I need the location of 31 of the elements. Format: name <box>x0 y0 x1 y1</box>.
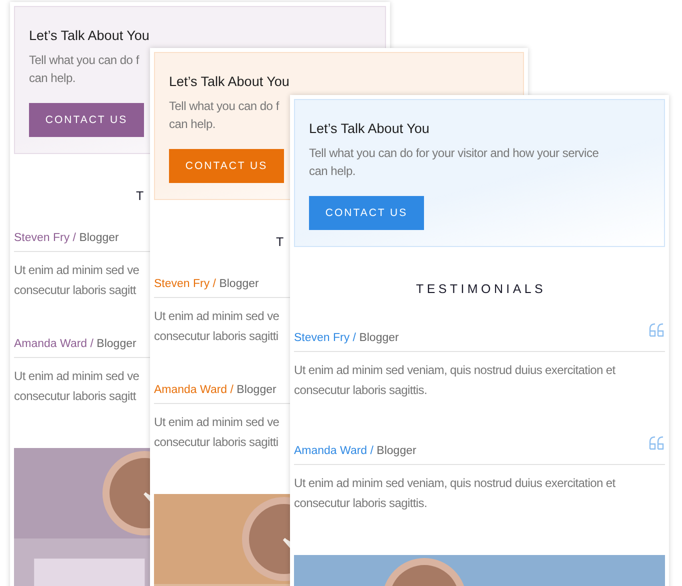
cta-description: can help. <box>169 116 216 133</box>
cta-description: can help. <box>309 163 356 180</box>
testimonial-text: Ut enim ad minim sed veniam, quis nostrud duius exercitation et <box>294 475 616 492</box>
cta-description: can help. <box>29 70 76 87</box>
testimonial-text: Ut enim ad minim sed ve <box>154 414 280 431</box>
section-heading: TESTIMONIALS <box>416 281 546 297</box>
author-name: Steven Fry / Blogger <box>294 331 399 346</box>
section-heading: T <box>276 234 287 250</box>
cta-title: Let’s Talk About You <box>169 73 290 91</box>
cta-title: Let’s Talk About You <box>309 120 430 138</box>
contact-button[interactable]: CONTACT US <box>169 149 284 183</box>
testimonial-text: Ut enim ad minim sed veniam, quis nostrud duius exercitation et <box>294 362 616 379</box>
cta-description: Tell what you can do f <box>169 98 279 115</box>
testimonial-text: Ut enim ad minim sed ve <box>154 308 280 325</box>
cta-title: Let’s Talk About You <box>29 27 150 45</box>
testimonial-text: consecutur laboris sagitti <box>154 328 278 345</box>
author-name: Amanda Ward / Blogger <box>14 337 136 352</box>
author-name: Steven Fry / Blogger <box>154 277 259 292</box>
cta-description: Tell what you can do f <box>29 52 139 69</box>
author-name: Steven Fry / Blogger <box>14 231 119 246</box>
testimonial-text: consecutur laboris sagittis. <box>294 382 427 399</box>
contact-button[interactable]: CONTACT US <box>29 103 144 137</box>
contact-button[interactable]: CONTACT US <box>309 196 424 230</box>
testimonial-text: consecutur laboris sagitti <box>154 434 278 451</box>
section-heading: T <box>136 188 147 204</box>
author-name: Amanda Ward / Blogger <box>154 383 276 398</box>
cta-description: Tell what you can do for your visitor and how your service <box>309 145 599 162</box>
testimonial-text: Ut enim ad minim sed ve <box>14 368 140 385</box>
testimonial-text: consecutur laboris sagitt <box>14 282 136 299</box>
testimonial-text: Ut enim ad minim sed ve <box>14 262 140 279</box>
testimonial-text: consecutur laboris sagitt <box>14 388 136 405</box>
